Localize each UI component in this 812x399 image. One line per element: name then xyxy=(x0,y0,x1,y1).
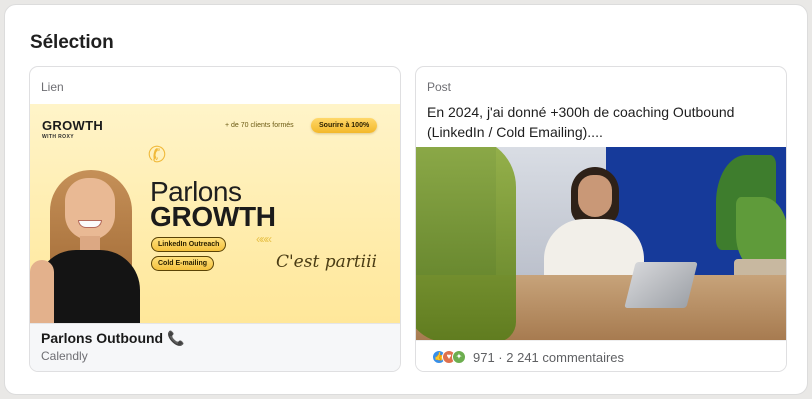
banner-script-text: C'est partiii xyxy=(276,252,377,272)
linkedin-outreach-pill: LinkedIn Outreach xyxy=(151,237,227,252)
post-footer: 👍 ♥ ✦ 971 · 2 241 commentaires xyxy=(416,340,786,371)
link-preview-image[interactable]: GROWTH WITH ROXY + de 70 clients formés … xyxy=(30,104,400,323)
banner-headline-2: GROWTH xyxy=(150,201,276,232)
card-kind-label: Post xyxy=(427,80,452,94)
section-title: Sélection xyxy=(30,32,114,53)
link-title[interactable]: Parlons Outbound 📞 xyxy=(41,330,184,347)
smile-badge: Sourire à 100% xyxy=(311,118,378,133)
brand-subtitle: WITH ROXY xyxy=(42,134,74,140)
clients-note: + de 70 clients formés xyxy=(225,122,294,129)
brand-name: GROWTH xyxy=(42,118,104,133)
link-card[interactable]: Lien GROWTH WITH ROXY + de 70 clients fo… xyxy=(29,66,401,372)
post-photo[interactable] xyxy=(416,147,786,340)
card-kind-label: Lien xyxy=(41,80,64,94)
phone-icon: ✆ xyxy=(145,140,169,169)
link-source: Calendly xyxy=(41,349,88,363)
post-text: En 2024, j'ai donné +300h de coaching Ou… xyxy=(427,104,735,140)
person-photo xyxy=(30,164,140,323)
cold-emailing-pill: Cold E-mailing xyxy=(151,256,214,271)
reaction-stats[interactable]: 971 · 2 241 commentaires xyxy=(473,350,624,365)
link-card-footer: Parlons Outbound 📞 Calendly xyxy=(30,323,400,371)
selection-panel: Sélection Lien GROWTH WITH ROXY + de 70 … xyxy=(4,4,808,395)
reaction-icons[interactable]: 👍 ♥ ✦ xyxy=(432,350,472,364)
post-card[interactable]: Post En 2024, j'ai donné +300h de coachi… xyxy=(415,66,787,372)
chevrons-decoration: ««« xyxy=(256,232,272,246)
celebrate-icon: ✦ xyxy=(452,350,466,364)
brand-logo: GROWTH WITH ROXY xyxy=(42,118,103,140)
